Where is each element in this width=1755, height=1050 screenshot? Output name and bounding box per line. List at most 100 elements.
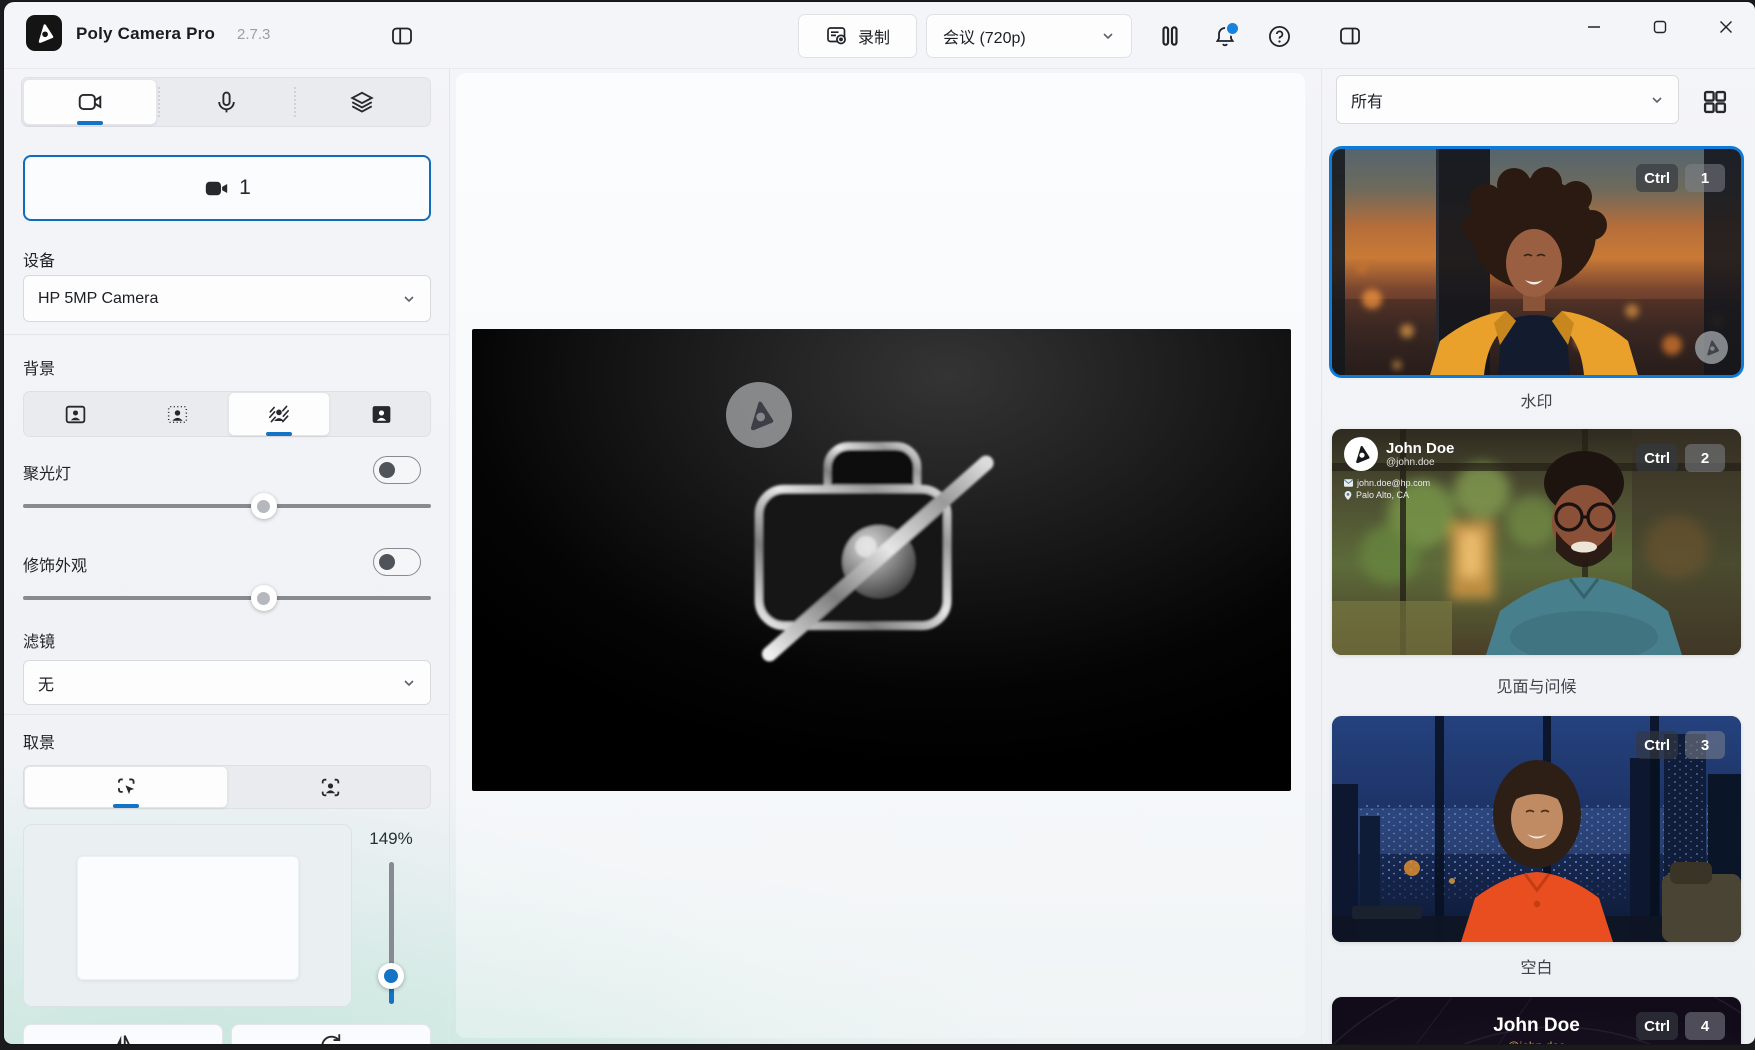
person-card-icon: [63, 402, 88, 427]
tab-layers[interactable]: [294, 78, 430, 126]
key-badge: 4: [1685, 1012, 1725, 1040]
slider-thumb[interactable]: [251, 493, 277, 519]
notification-badge: [1225, 21, 1240, 36]
microphone-tab-icon: [214, 90, 239, 115]
toggle-right-panel-button[interactable]: [1334, 20, 1366, 52]
filter-dropdown[interactable]: 无: [23, 660, 431, 705]
section-divider: [4, 334, 449, 335]
manual-framing-icon: [113, 774, 139, 800]
flip-horizontal-icon: [108, 1030, 138, 1044]
template-card-meet-greet[interactable]: John Doe @john.doe john.doe@hp.com Palo …: [1332, 429, 1741, 655]
chevron-down-icon: [1650, 93, 1664, 107]
key-badge: 3: [1685, 731, 1725, 759]
preset-number: 1: [239, 176, 251, 200]
ctrl-badge: Ctrl: [1636, 1012, 1678, 1040]
poly-watermark: [726, 382, 792, 448]
rotate-button[interactable]: [231, 1024, 431, 1044]
chevron-down-icon: [402, 292, 416, 306]
background-label: 背景: [23, 355, 55, 379]
left-panel-divider: [449, 69, 450, 1044]
notifications-button[interactable]: [1207, 18, 1243, 54]
auto-framing-icon: [318, 775, 343, 800]
app-title: Poly Camera Pro: [76, 24, 215, 44]
tab-microphone[interactable]: [158, 78, 294, 126]
sidebar-left-icon: [390, 24, 414, 48]
filter-label: 滤镜: [23, 628, 55, 652]
poly-logo-icon: [31, 20, 57, 46]
template-card-watermark[interactable]: Ctrl 1: [1332, 149, 1741, 375]
person-name: John Doe: [1386, 440, 1454, 457]
lower-third-logo: [1344, 437, 1378, 471]
camera-tab-icon: [77, 89, 103, 115]
background-none-button[interactable]: [24, 392, 126, 436]
zoom-slider[interactable]: [378, 862, 404, 1004]
auto-framing-button[interactable]: [228, 766, 432, 808]
chevron-down-icon: [402, 676, 416, 690]
shortcut-badges: Ctrl 1: [1636, 164, 1725, 192]
rotate-icon: [316, 1030, 346, 1044]
toggle-left-panel-button[interactable]: [386, 20, 418, 52]
ctrl-badge: Ctrl: [1636, 731, 1678, 759]
spotlight-toggle[interactable]: [373, 456, 421, 484]
poly-logo-icon: [1349, 442, 1373, 466]
meeting-resolution-dropdown[interactable]: 会议 (720p): [926, 14, 1132, 58]
app-window: Poly Camera Pro 2.7.3 录制 会议 (720p): [4, 2, 1755, 1044]
person-handle: @john.doe: [1386, 457, 1454, 468]
template-category-value: 所有: [1351, 88, 1383, 112]
template-card-name[interactable]: John Doe @john.doe Ctrl 4: [1332, 997, 1741, 1044]
record-icon: [825, 24, 849, 48]
active-framing-indicator: [113, 804, 139, 808]
help-button[interactable]: [1261, 18, 1297, 54]
right-panel-divider: [1321, 69, 1322, 1044]
record-label: 录制: [858, 24, 890, 48]
lower-third-overlay: John Doe @john.doe john.doe@hp.com Palo …: [1344, 437, 1454, 500]
meeting-resolution-value: 会议 (720p): [943, 24, 1026, 48]
active-tab-indicator: [77, 121, 103, 125]
pause-icon: [1157, 23, 1183, 49]
slider-thumb[interactable]: [251, 585, 277, 611]
framing-label: 取景: [23, 729, 55, 753]
touchup-slider[interactable]: [23, 585, 431, 611]
toggle-knob: [379, 462, 395, 478]
record-button[interactable]: 录制: [798, 14, 917, 58]
shortcut-badges: Ctrl 4: [1636, 1012, 1725, 1040]
background-light-blur-button[interactable]: [126, 392, 228, 436]
maximize-button[interactable]: [1637, 2, 1683, 52]
template-category-dropdown[interactable]: 所有: [1336, 75, 1679, 124]
ctrl-badge: Ctrl: [1636, 444, 1678, 472]
chevron-down-icon: [1101, 29, 1115, 43]
slider-thumb[interactable]: [378, 963, 404, 989]
template-label: 水印: [1332, 388, 1741, 412]
app-version: 2.7.3: [237, 26, 270, 43]
filter-value: 无: [38, 671, 54, 695]
template-label: 空白: [1332, 954, 1741, 978]
maximize-icon: [1653, 20, 1667, 34]
template-label: 见面与问候: [1332, 673, 1741, 697]
device-dropdown[interactable]: HP 5MP Camera: [23, 275, 431, 322]
person-location-row: Palo Alto, CA: [1344, 490, 1454, 500]
minimize-icon: [1587, 20, 1601, 34]
camera-preset-1[interactable]: 1: [23, 155, 431, 221]
framing-crop-region[interactable]: [77, 856, 299, 980]
active-background-indicator: [266, 432, 292, 436]
pause-preview-button[interactable]: [1152, 18, 1188, 54]
grid-view-button[interactable]: [1694, 84, 1736, 120]
close-button[interactable]: [1703, 2, 1749, 52]
tab-camera[interactable]: [23, 79, 157, 125]
background-replace-button[interactable]: [330, 392, 432, 436]
poly-logo-icon: [1701, 337, 1722, 358]
person-blur-icon: [266, 401, 292, 427]
shortcut-badges: Ctrl 2: [1636, 444, 1725, 472]
template-card-blank[interactable]: Ctrl 3: [1332, 716, 1741, 942]
touchup-toggle[interactable]: [373, 548, 421, 576]
video-preview: [472, 329, 1291, 791]
flip-horizontal-button[interactable]: [23, 1024, 223, 1044]
sidebar-right-icon: [1338, 24, 1362, 48]
background-blur-button[interactable]: [228, 392, 330, 436]
ctrl-badge: Ctrl: [1636, 164, 1678, 192]
manual-framing-button[interactable]: [24, 766, 228, 808]
device-value: HP 5MP Camera: [38, 290, 158, 308]
minimize-button[interactable]: [1571, 2, 1617, 52]
spotlight-slider[interactable]: [23, 493, 431, 519]
touchup-label: 修饰外观: [23, 552, 87, 576]
